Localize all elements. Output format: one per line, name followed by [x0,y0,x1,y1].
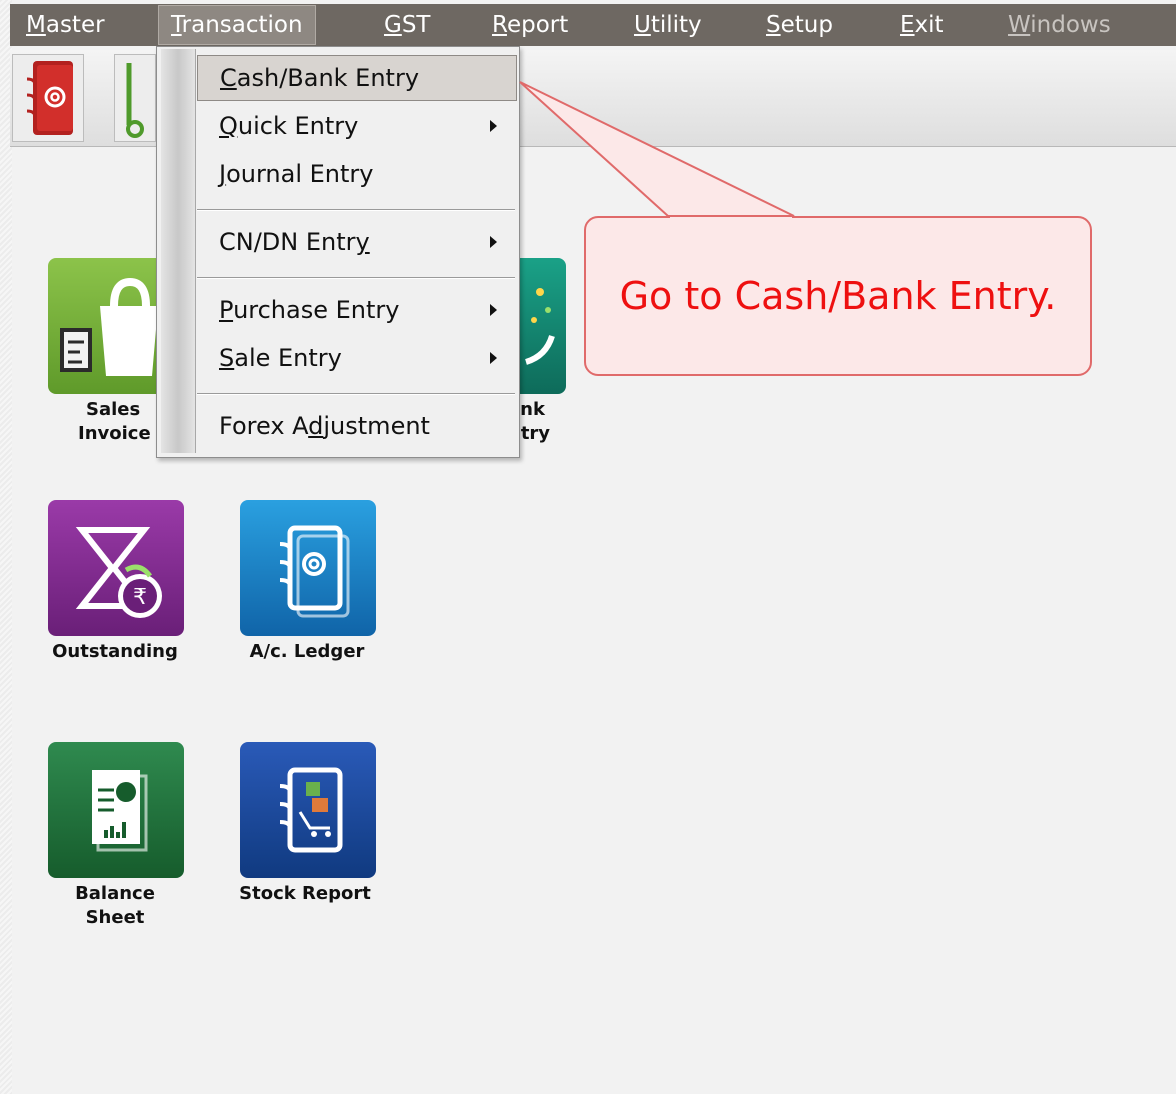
submenu-arrow-icon [490,304,497,316]
menu-item-quick-entry[interactable]: Quick Entry [197,103,515,149]
svg-text:₹: ₹ [133,585,147,610]
submenu-arrow-icon [490,120,497,132]
stock-report-tile[interactable] [240,742,376,878]
toolbar-ledger-button[interactable] [12,54,84,142]
menu-master[interactable]: Master [26,4,105,46]
balance-sheet-label: Balance Sheet [75,883,155,928]
address-book-icon [279,525,350,618]
menu-item-cn-dn-entry[interactable]: CN/DN Entry [197,219,515,265]
menu-item-sale-entry[interactable]: Sale Entry [197,335,515,381]
callout-text: Go to Cash/Bank Entry. [619,274,1057,318]
menu-windows[interactable]: Windows [1008,4,1111,46]
menu-utility[interactable]: Utility [634,4,702,46]
submenu-arrow-icon [490,236,497,248]
key-icon [126,63,144,138]
stock-report-label: Stock Report [239,883,371,904]
menu-separator [197,209,515,211]
menu-item-forex-adjustment[interactable]: Forex Adjustment [197,403,515,449]
menu-report[interactable]: Report [492,4,568,46]
submenu-arrow-icon [490,352,497,364]
outstanding-label: Outstanding [52,641,178,662]
balance-sheet-tile[interactable] [48,742,184,878]
menu-item-cash-bank-entry[interactable]: Cash/Bank Entry [197,55,517,101]
toolbar-keys-button[interactable] [114,54,156,142]
ac-ledger-label: A/c. Ledger [249,641,365,662]
menu-separator [197,393,515,395]
report-chart-icon [92,770,148,852]
menu-item-journal-entry[interactable]: Journal Entry [197,151,515,197]
menu-setup[interactable]: Setup [766,4,833,46]
stock-cart-icon [279,767,343,853]
transaction-dropdown-menu: Cash/Bank Entry Quick Entry Journal Entr… [156,46,520,458]
outstanding-tile[interactable]: ₹ [48,500,184,636]
menu-separator [197,277,515,279]
address-book-icon [26,61,73,135]
window-left-border [0,0,12,1094]
menu-gst[interactable]: GST [384,4,430,46]
menu-bar: Master Transaction GST Report Utility Se… [10,4,1176,46]
ac-ledger-tile[interactable] [240,500,376,636]
menu-exit[interactable]: Exit [900,4,944,46]
menu-item-purchase-entry[interactable]: Purchase Entry [197,287,515,333]
hourglass-rupee-icon: ₹ [75,527,162,618]
menu-gutter [161,49,196,453]
menu-transaction[interactable]: Transaction [158,5,316,45]
